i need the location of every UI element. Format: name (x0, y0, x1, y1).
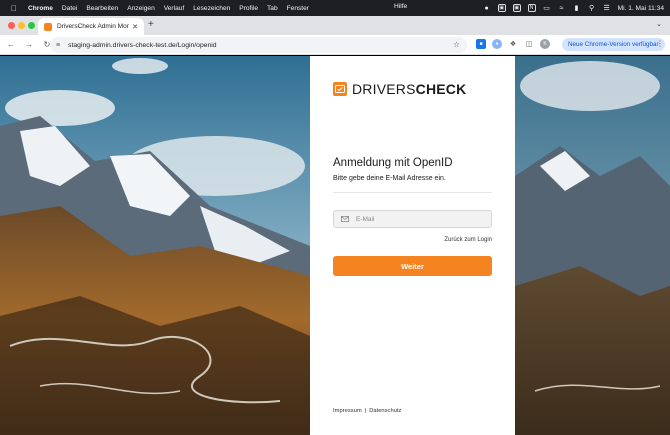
forward-arrow-icon[interactable]: → (22, 40, 36, 49)
driverscheck-logo: DRIVERSCHECK (333, 81, 466, 97)
page-subtitle: Bitte gebe deine E-Mail Adresse ein. (333, 175, 446, 182)
site-info-icon[interactable]: ≡ (56, 42, 60, 49)
menu-anzeigen[interactable]: Anzeigen (127, 5, 155, 12)
menubar-status-area: ● ▣ ▣ N ▭ ≈ ▮ ⚲ ☰ Mi. 1. Mai 11:34 (483, 0, 664, 16)
extension-icons: ■ ● ❖ ◫ K (476, 39, 550, 49)
menu-hilfe[interactable]: Hilfe (394, 3, 407, 10)
battery-icon[interactable]: ▮ (573, 4, 581, 12)
side-panel-icon[interactable]: ◫ (524, 39, 534, 49)
macos-menubar:  Chrome Datei Bearbeiten Anzeigen Verla… (0, 0, 670, 16)
tab-close-icon[interactable]: ✕ (132, 23, 138, 31)
extension-icon-1[interactable]: ■ (476, 39, 486, 49)
window-close-button[interactable] (8, 22, 15, 29)
impressum-link[interactable]: Impressum (333, 408, 362, 414)
menu-fenster[interactable]: Fenster (287, 5, 309, 12)
profile-avatar[interactable]: K (540, 39, 550, 49)
menu-lesezeichen[interactable]: Lesezeichen (193, 5, 230, 12)
extension-icon-2[interactable]: ● (492, 39, 502, 49)
divider (333, 192, 492, 193)
mail-icon (341, 216, 349, 222)
email-input[interactable] (356, 215, 486, 223)
driverscheck-wordmark: DRIVERSCHECK (352, 81, 467, 97)
menubar-app-icon-3[interactable]: N (527, 4, 536, 12)
address-bar[interactable]: ≡ staging-admin.drivers-check-test.de/Lo… (50, 37, 467, 53)
wifi-icon[interactable]: ≈ (558, 4, 566, 12)
creative-cloud-icon[interactable]: ● (483, 4, 491, 12)
tab-search-chevron-icon[interactable]: ⌄ (656, 20, 662, 28)
menu-verlauf[interactable]: Verlauf (164, 5, 185, 12)
new-tab-icon[interactable]: + (148, 19, 154, 30)
bookmark-star-icon[interactable]: ☆ (453, 40, 460, 49)
datenschutz-link[interactable]: Datenschutz (369, 408, 401, 414)
login-card: DRIVERSCHECK Anmeldung mit OpenID Bitte … (310, 56, 515, 435)
menu-app-chrome[interactable]: Chrome (28, 5, 53, 12)
footer-separator: | (364, 408, 367, 414)
browser-tab-active[interactable]: DriversCheck Admin Monitor ✕ (38, 18, 144, 35)
spotlight-search-icon[interactable]: ⚲ (588, 4, 596, 12)
window-minimize-button[interactable] (18, 22, 25, 29)
menubar-clock[interactable]: Mi. 1. Mai 11:34 (618, 5, 664, 12)
browser-toolbar: ← → ↻ ≡ staging-admin.drivers-check-test… (0, 35, 670, 55)
window-zoom-button[interactable] (28, 22, 35, 29)
menu-datei[interactable]: Datei (62, 5, 77, 12)
chrome-menu-kebab-icon[interactable]: ⋮ (656, 39, 664, 48)
menu-bearbeiten[interactable]: Bearbeiten (86, 5, 118, 12)
menubar-app-icon-2[interactable]: ▣ (512, 4, 521, 12)
page-title: Anmeldung mit OpenID (333, 157, 453, 169)
email-field-wrapper[interactable] (333, 210, 492, 228)
apple-icon[interactable]:  (9, 4, 19, 13)
back-arrow-icon[interactable]: ← (4, 40, 18, 49)
weiter-button[interactable]: Weiter (333, 256, 492, 276)
browser-tabstrip: DriversCheck Admin Monitor ✕ + ⌄ (0, 16, 670, 35)
address-url[interactable]: staging-admin.drivers-check-test.de/Logi… (68, 42, 216, 49)
menu-profile[interactable]: Profile (239, 5, 258, 12)
driverscheck-favicon-icon (44, 22, 52, 31)
display-icon[interactable]: ▭ (543, 4, 551, 12)
driverscheck-logo-icon (333, 82, 347, 96)
menubar-app-icon-1[interactable]: ▣ (497, 4, 506, 12)
menu-tab[interactable]: Tab (267, 5, 278, 12)
page-viewport: DRIVERSCHECK Anmeldung mit OpenID Bitte … (0, 56, 670, 435)
extensions-puzzle-icon[interactable]: ❖ (508, 39, 518, 49)
footer-links: Impressum | Datenschutz (333, 408, 401, 414)
back-to-login-link[interactable]: Zurück zum Login (444, 237, 492, 243)
control-center-icon[interactable]: ☰ (603, 4, 611, 12)
tab-title: DriversCheck Admin Monitor (57, 23, 130, 30)
chrome-update-button[interactable]: Neue Chrome-Version verfügbar (562, 38, 665, 51)
